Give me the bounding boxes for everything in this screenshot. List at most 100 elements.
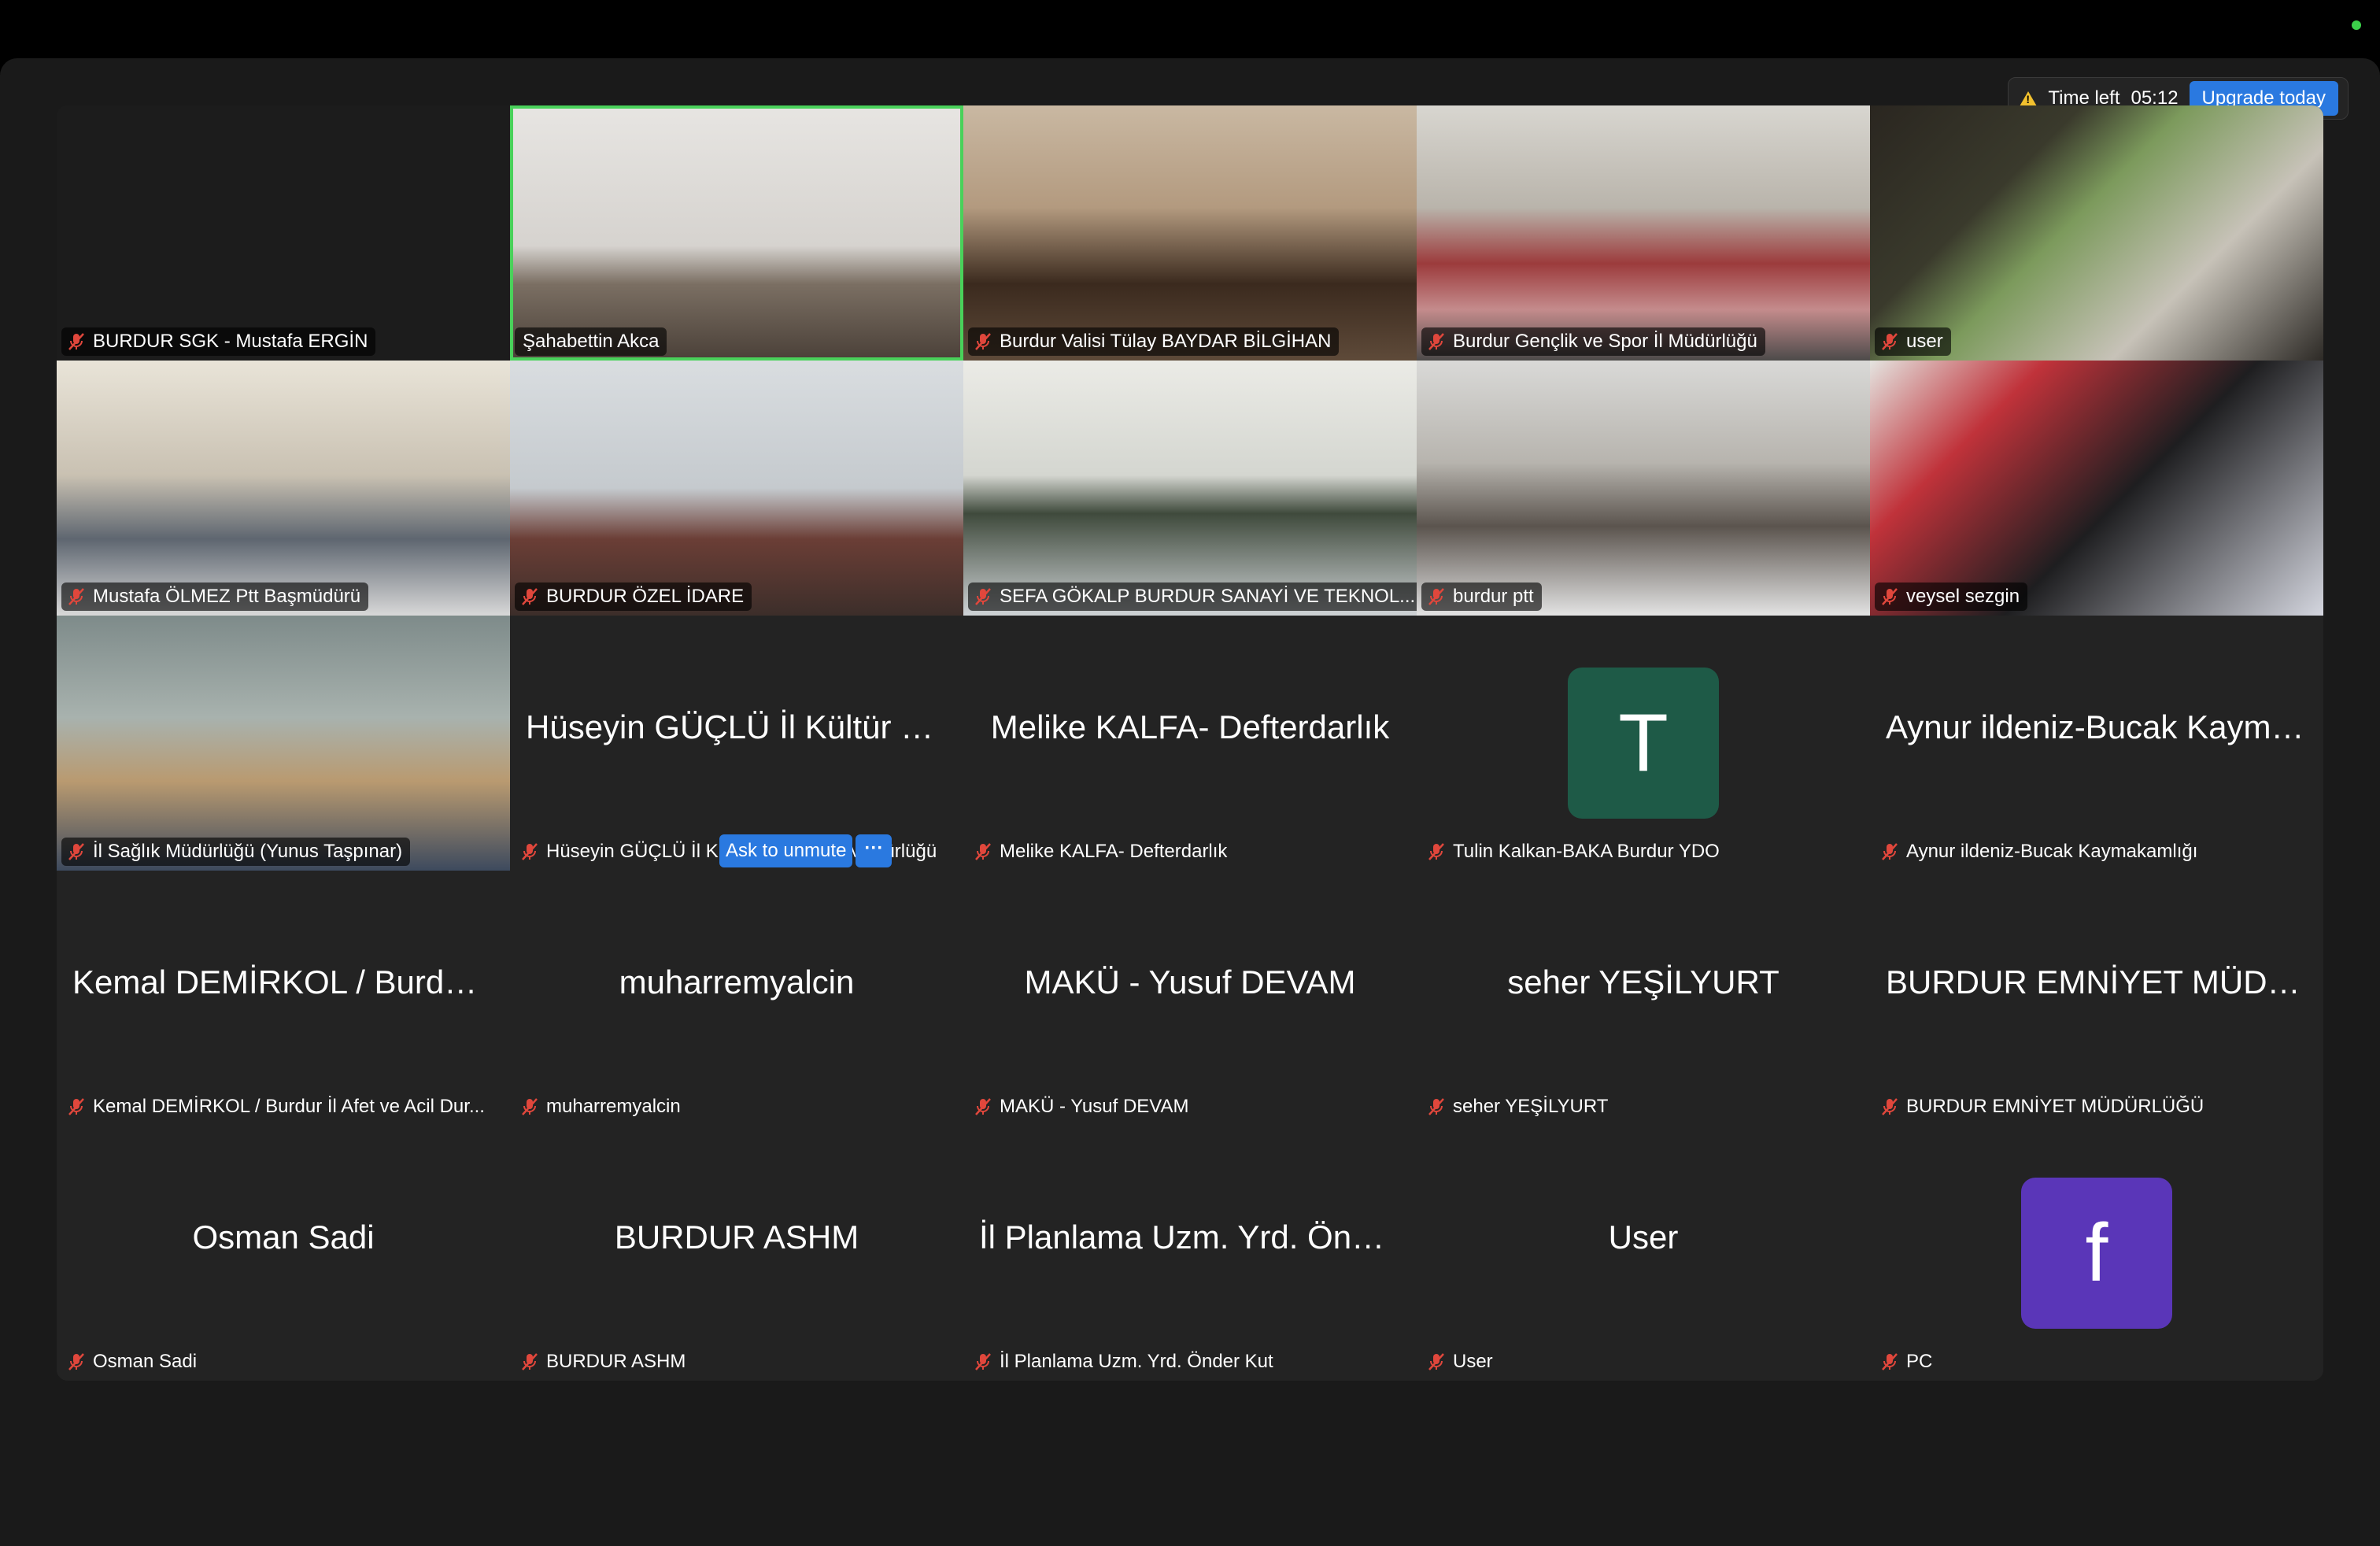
more-options-button[interactable]: ··· xyxy=(856,834,893,867)
participant-name-tag: BURDUR ASHM xyxy=(515,1348,693,1376)
muted-mic-icon xyxy=(1426,586,1447,607)
participant-name-tag: BURDUR ÖZEL İDARE xyxy=(515,583,752,611)
participant-name-tag: Aynur ildeniz-Bucak Kaymakamlığı xyxy=(1875,838,2205,866)
participant-display-name: Hüseyin GÜÇLÜ İl Kültür ve... xyxy=(526,708,948,745)
participant-tile[interactable]: veysel sezgin xyxy=(1870,361,2323,616)
participant-name-tag: Osman Sadi xyxy=(61,1348,205,1376)
participant-name: BURDUR ÖZEL İDARE xyxy=(546,586,745,607)
participant-tile[interactable]: Osman Sadi Osman Sadi xyxy=(57,1126,510,1381)
participant-name-tag: seher YEŞİLYURT xyxy=(1421,1093,1616,1121)
participant-name: Osman Sadi xyxy=(93,1351,198,1372)
participant-name-tag: SEFA GÖKALP BURDUR SANAYİ VE TEKNOL... xyxy=(968,583,1417,611)
participant-tile[interactable]: MAKÜ - Yusuf DEVAM MAKÜ - Yusuf DEVAM xyxy=(963,871,1417,1126)
participant-name: SEFA GÖKALP BURDUR SANAYİ VE TEKNOL... xyxy=(1000,586,1416,607)
participant-tile[interactable]: BURDUR ÖZEL İDARE xyxy=(510,361,963,616)
participant-tile[interactable]: muharremyalcin muharremyalcin xyxy=(510,871,963,1126)
participant-name-tag: Tulin Kalkan-BAKA Burdur YDO xyxy=(1421,838,1728,866)
participant-name: BURDUR SGK - Mustafa ERGİN xyxy=(93,331,368,352)
participant-tile[interactable]: Burdur Gençlik ve Spor İl Müdürlüğü xyxy=(1417,105,1870,361)
participant-name: Kemal DEMİRKOL / Burdur İl Afet ve Acil … xyxy=(93,1096,485,1117)
participant-tile[interactable]: Hüseyin GÜÇLÜ İl Kültür ve... Hüseyin GÜÇ… xyxy=(510,616,963,871)
muted-mic-icon xyxy=(973,586,993,607)
muted-mic-icon xyxy=(1879,586,1900,607)
participant-tile[interactable]: user xyxy=(1870,105,2323,361)
participant-name-tag: Şahabettin Akca xyxy=(515,327,667,356)
muted-mic-icon xyxy=(973,841,993,862)
participant-avatar: T xyxy=(1568,668,1719,819)
muted-mic-icon xyxy=(1426,1352,1447,1372)
ask-to-unmute-button[interactable]: Ask to unmute xyxy=(719,834,853,867)
participant-display-name: BURDUR ASHM xyxy=(614,1219,859,1256)
participant-tile[interactable]: Melike KALFA- Defterdarlık Melike KALFA- … xyxy=(963,616,1417,871)
participant-name: Tulin Kalkan-BAKA Burdur YDO xyxy=(1453,841,1720,862)
participant-tile[interactable]: seher YEŞİLYURT seher YEŞİLYURT xyxy=(1417,871,1870,1126)
participant-display-name: Kemal DEMİRKOL / Burdur İl... xyxy=(72,963,494,1000)
participant-tile[interactable]: burdur ptt xyxy=(1417,361,1870,616)
participant-tile[interactable]: f PC xyxy=(1870,1126,2323,1381)
participant-name: Burdur Valisi Tülay BAYDAR BİLGİHAN xyxy=(1000,331,1332,352)
participant-tile[interactable]: Kemal DEMİRKOL / Burdur İl... Kemal DEMİR… xyxy=(57,871,510,1126)
participant-video xyxy=(510,105,963,361)
participant-tile[interactable]: Burdur Valisi Tülay BAYDAR BİLGİHAN xyxy=(963,105,1417,361)
participant-display-name: muharremyalcin xyxy=(619,963,855,1000)
participant-video xyxy=(510,361,963,616)
muted-mic-icon xyxy=(1879,841,1900,862)
muted-mic-icon xyxy=(1426,1097,1447,1117)
participant-name-tag: MAKÜ - Yusuf DEVAM xyxy=(968,1093,1197,1121)
participant-hover-actions: Ask to unmute ··· xyxy=(719,834,893,867)
participant-display-name: seher YEŞİLYURT xyxy=(1507,963,1779,1000)
participant-tile[interactable]: İl Planlama Uzm. Yrd. Önder... İl Planlam… xyxy=(963,1126,1417,1381)
muted-mic-icon xyxy=(973,1097,993,1117)
participant-tile[interactable]: Şahabettin Akca xyxy=(510,105,963,361)
participant-name: BURDUR EMNİYET MÜDÜRLÜĞÜ xyxy=(1906,1096,2204,1117)
gallery-grid: BURDUR SGK - Mustafa ERGİN Şahabettin Akc… xyxy=(57,105,2323,1381)
participant-name-tag: PC xyxy=(1875,1348,1940,1376)
participant-name: Melike KALFA- Defterdarlık xyxy=(1000,841,1228,862)
muted-mic-icon xyxy=(1426,841,1447,862)
muted-mic-icon xyxy=(66,1097,87,1117)
muted-mic-icon xyxy=(1879,331,1900,352)
warning-icon xyxy=(2020,91,2038,106)
participant-video xyxy=(57,616,510,871)
participant-tile[interactable]: Aynur ildeniz-Bucak Kayma... Aynur ildeni… xyxy=(1870,616,2323,871)
participant-name-tag: BURDUR EMNİYET MÜDÜRLÜĞÜ xyxy=(1875,1093,2212,1121)
participant-tile[interactable]: İl Sağlık Müdürlüğü (Yunus Taşpınar) xyxy=(57,616,510,871)
participant-name: Aynur ildeniz-Bucak Kaymakamlığı xyxy=(1906,841,2198,862)
participant-tile[interactable]: BURDUR EMNİYET MÜDÜR... BURDUR EMNİYET MÜ… xyxy=(1870,871,2323,1126)
participant-video xyxy=(57,361,510,616)
participant-display-name: İl Planlama Uzm. Yrd. Önder... xyxy=(979,1219,1401,1256)
participant-tile[interactable]: BURDUR ASHM BURDUR ASHM xyxy=(510,1126,963,1381)
participant-display-name: BURDUR EMNİYET MÜDÜR... xyxy=(1886,963,2308,1000)
participant-tile[interactable]: Mustafa ÖLMEZ Ptt Başmüdürü xyxy=(57,361,510,616)
participant-tile[interactable]: SEFA GÖKALP BURDUR SANAYİ VE TEKNOL... xyxy=(963,361,1417,616)
participant-name: İl Sağlık Müdürlüğü (Yunus Taşpınar) xyxy=(93,841,403,862)
participant-name: Şahabettin Akca xyxy=(523,331,660,352)
muted-mic-icon xyxy=(1879,1352,1900,1372)
participant-name: Mustafa ÖLMEZ Ptt Başmüdürü xyxy=(93,586,361,607)
muted-mic-icon xyxy=(66,841,87,862)
participant-video xyxy=(963,105,1417,361)
participant-name-tag: burdur ptt xyxy=(1421,583,1542,611)
participant-video-off xyxy=(57,105,510,361)
participant-name-tag: veysel sezgin xyxy=(1875,583,2028,611)
participant-name-tag: İl Sağlık Müdürlüğü (Yunus Taşpınar) xyxy=(61,838,411,866)
participant-name-tag: user xyxy=(1875,327,1951,356)
participant-tile[interactable]: BURDUR SGK - Mustafa ERGİN xyxy=(57,105,510,361)
participant-name-tag: Kemal DEMİRKOL / Burdur İl Afet ve Acil … xyxy=(61,1093,493,1121)
participant-name-tag: BURDUR SGK - Mustafa ERGİN xyxy=(61,327,376,356)
participant-avatar: f xyxy=(2021,1178,2172,1329)
participant-name-tag: Burdur Gençlik ve Spor İl Müdürlüğü xyxy=(1421,327,1765,356)
participant-display-name: MAKÜ - Yusuf DEVAM xyxy=(1024,963,1356,1000)
participant-video xyxy=(963,361,1417,616)
participant-name: user xyxy=(1906,331,1943,352)
participant-tile[interactable]: User User xyxy=(1417,1126,1870,1381)
participant-name-tag: muharremyalcin xyxy=(515,1093,689,1121)
participant-name: PC xyxy=(1906,1351,1933,1372)
participant-name: muharremyalcin xyxy=(546,1096,681,1117)
participant-video xyxy=(1870,361,2323,616)
muted-mic-icon xyxy=(1879,1097,1900,1117)
camera-indicator-icon xyxy=(2352,20,2361,30)
participant-name-tag: Melike KALFA- Defterdarlık xyxy=(968,838,1235,866)
participant-tile[interactable]: T Tulin Kalkan-BAKA Burdur YDO xyxy=(1417,616,1870,871)
menu-bar xyxy=(0,0,2380,58)
